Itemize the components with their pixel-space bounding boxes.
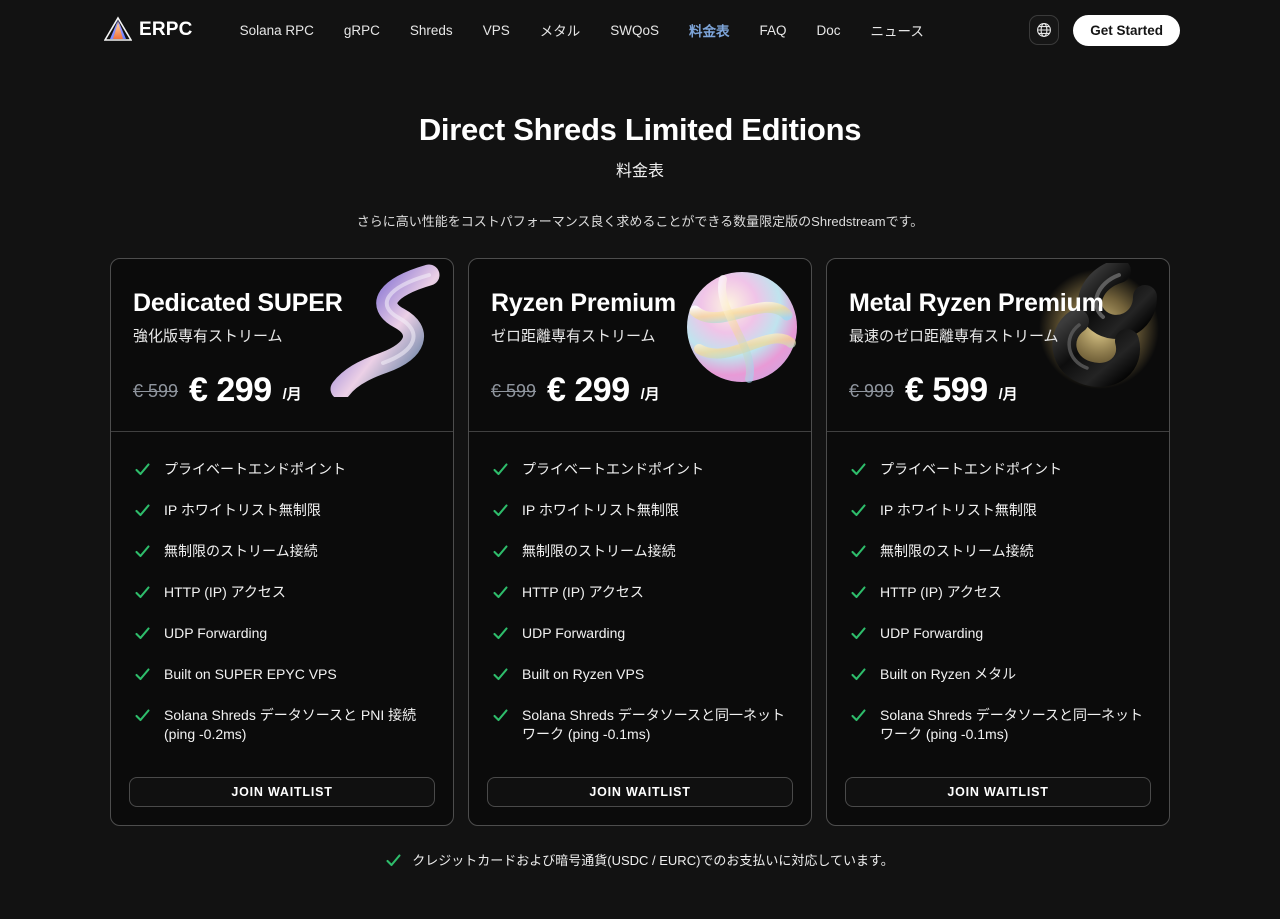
pricing-card-dedicated-super: Dedicated SUPER 強化版専有ストリーム € 599 € 299 /… [110,258,454,826]
nav-shreds[interactable]: Shreds [410,23,453,38]
feature-item: IP ホワイトリスト無制限 [493,501,787,520]
pricing-card-metal-ryzen-premium: Metal Ryzen Premium 最速のゼロ距離専有ストリーム € 999… [826,258,1170,826]
price-row: € 599 € 299 /月 [133,373,431,407]
check-icon [493,627,508,640]
check-icon [493,504,508,517]
payment-note: クレジットカードおよび暗号通貨(USDC / EURC)でのお支払いに対応してい… [0,850,1280,869]
hero: Direct Shreds Limited Editions 料金表 さらに高い… [0,112,1280,230]
get-started-button[interactable]: Get Started [1073,14,1180,46]
old-price: € 599 [491,381,537,401]
feature-item: Solana Shreds データソースと PNI 接続 (ping -0.2m… [135,706,429,744]
check-icon [851,504,866,517]
check-icon [493,545,508,558]
feature-item: プライベートエンドポイント [493,460,787,479]
check-icon [851,545,866,558]
plan-tagline: 最速のゼロ距離専有ストリーム [849,328,1059,345]
current-price: € 299 [189,371,272,409]
plan-tagline: 強化版専有ストリーム [133,328,283,345]
feature-item: UDP Forwarding [135,624,429,643]
nav-right: Get Started [1029,14,1180,46]
nav-grpc[interactable]: gRPC [344,23,380,38]
join-waitlist-button[interactable]: JOIN WAITLIST [487,777,793,807]
erpc-logo-icon [104,16,132,44]
nav-pricing[interactable]: 料金表 [689,20,730,40]
language-button[interactable] [1029,15,1060,45]
feature-item: 無制限のストリーム接続 [851,542,1145,561]
page-description: さらに高い性能をコストパフォーマンス良く求めることができる数量限定版のShred… [356,214,924,229]
feature-item: Built on Ryzen VPS [493,665,787,684]
feature-list: プライベートエンドポイント IP ホワイトリスト無制限 無制限のストリーム接続 … [111,432,453,777]
check-icon [493,463,508,476]
feature-item: プライベートエンドポイント [135,460,429,479]
price-period: /月 [640,386,660,403]
check-icon [135,545,150,558]
plan-tagline: ゼロ距離専有ストリーム [491,328,656,345]
price-period: /月 [998,386,1018,403]
price-row: € 599 € 299 /月 [491,373,789,407]
feature-list: プライベートエンドポイント IP ホワイトリスト無制限 無制限のストリーム接続 … [827,432,1169,777]
check-icon [493,709,508,722]
feature-list: プライベートエンドポイント IP ホワイトリスト無制限 無制限のストリーム接続 … [469,432,811,777]
feature-item: UDP Forwarding [493,624,787,643]
check-icon [135,627,150,640]
feature-item: Solana Shreds データソースと同一ネットワーク (ping -0.1… [493,706,787,744]
nav-doc[interactable]: Doc [816,23,840,38]
feature-item: IP ホワイトリスト無制限 [851,501,1145,520]
payment-note-text: クレジットカードおよび暗号通貨(USDC / EURC)でのお支払いに対応してい… [412,853,894,868]
check-icon [135,668,150,681]
card-header: Ryzen Premium ゼロ距離専有ストリーム € 599 € 299 /月 [469,259,811,432]
feature-item: HTTP (IP) アクセス [851,583,1145,602]
feature-item: HTTP (IP) アクセス [135,583,429,602]
page-subtitle: 料金表 [615,163,664,180]
check-icon [851,668,866,681]
pricing-cards: Dedicated SUPER 強化版専有ストリーム € 599 € 299 /… [110,258,1170,826]
nav-metal[interactable]: メタル [540,20,581,40]
check-icon [135,709,150,722]
current-price: € 599 [905,371,988,409]
feature-item: UDP Forwarding [851,624,1145,643]
pricing-card-ryzen-premium: Ryzen Premium ゼロ距離専有ストリーム € 599 € 299 /月… [468,258,812,826]
feature-item: 無制限のストリーム接続 [135,542,429,561]
nav-news[interactable]: ニュース [871,20,924,40]
current-price: € 299 [547,371,630,409]
nav-solana-rpc[interactable]: Solana RPC [240,23,314,38]
card-header: Dedicated SUPER 強化版専有ストリーム € 599 € 299 /… [111,259,453,432]
main-nav: Solana RPC gRPC Shreds VPS メタル SWQoS 料金表… [240,20,924,40]
card-header: Metal Ryzen Premium 最速のゼロ距離専有ストリーム € 999… [827,259,1169,432]
feature-item: HTTP (IP) アクセス [493,583,787,602]
feature-item: Built on SUPER EPYC VPS [135,665,429,684]
check-icon [851,586,866,599]
nav-faq[interactable]: FAQ [759,23,786,38]
plan-name: Metal Ryzen Premium [849,289,1104,317]
feature-item: IP ホワイトリスト無制限 [135,501,429,520]
feature-item: 無制限のストリーム接続 [493,542,787,561]
price-period: /月 [282,386,302,403]
feature-item: Built on Ryzen メタル [851,665,1145,684]
check-icon [493,668,508,681]
check-icon [851,627,866,640]
join-waitlist-button[interactable]: JOIN WAITLIST [129,777,435,807]
old-price: € 599 [133,381,179,401]
globe-icon [1036,22,1052,38]
logo[interactable]: ERPC [104,16,193,44]
plan-name: Ryzen Premium [491,289,676,317]
check-icon [851,463,866,476]
check-icon [135,463,150,476]
check-icon [135,586,150,599]
nav-swqos[interactable]: SWQoS [610,23,659,38]
plan-name: Dedicated SUPER [133,289,343,317]
nav-vps[interactable]: VPS [483,23,510,38]
check-icon [851,709,866,722]
check-icon [386,854,401,867]
check-icon [135,504,150,517]
top-nav: ERPC Solana RPC gRPC Shreds VPS メタル SWQo… [0,0,1280,60]
join-waitlist-button[interactable]: JOIN WAITLIST [845,777,1151,807]
price-row: € 999 € 599 /月 [849,373,1147,407]
check-icon [493,586,508,599]
old-price: € 999 [849,381,895,401]
feature-item: Solana Shreds データソースと同一ネットワーク (ping -0.1… [851,706,1145,744]
page-title: Direct Shreds Limited Editions [418,112,862,147]
logo-text: ERPC [139,19,193,40]
feature-item: プライベートエンドポイント [851,460,1145,479]
